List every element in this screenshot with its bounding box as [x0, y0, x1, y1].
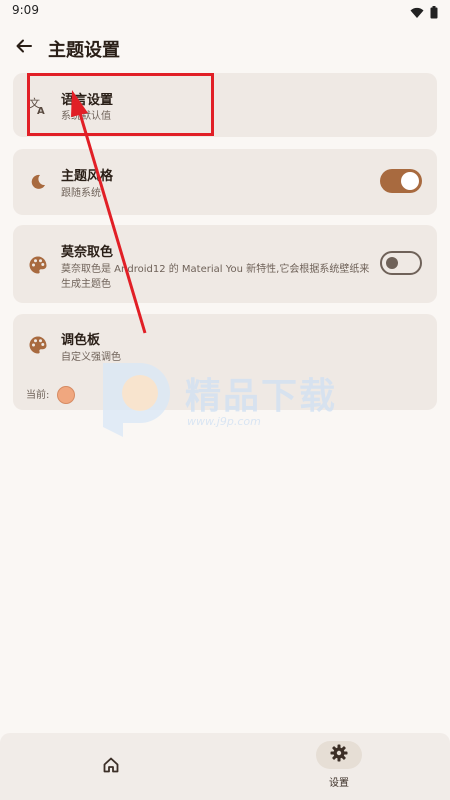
battery-icon: [430, 4, 438, 23]
toggle-knob: [386, 257, 398, 269]
status-time: 9:09: [12, 3, 39, 17]
moon-icon: [27, 171, 49, 193]
theme-style-title: 主题风格: [61, 169, 114, 184]
palette-icon: [27, 254, 49, 276]
nav-home[interactable]: [90, 749, 132, 785]
back-button[interactable]: [8, 32, 40, 64]
arrow-left-icon: [15, 37, 33, 59]
app-bar: 主题设置: [0, 30, 450, 66]
status-bar: 9:09: [0, 0, 450, 22]
monet-subtitle: 莫奈取色是 Android12 的 Material You 新特性,它会根据系…: [61, 264, 370, 290]
monet-toggle[interactable]: [380, 251, 422, 275]
gear-icon: [330, 744, 348, 766]
theme-style-subtitle: 跟随系统: [61, 188, 101, 199]
watermark-url: www.j9p.com: [187, 415, 261, 428]
current-color-label: 当前:: [26, 390, 50, 401]
palette-icon: [27, 334, 49, 356]
page-title: 主题设置: [48, 40, 120, 61]
theme-style-toggle[interactable]: [380, 169, 422, 193]
home-icon: [102, 756, 120, 778]
status-icons: [410, 4, 438, 23]
nav-settings-label: 设置: [329, 778, 349, 789]
nav-settings-indicator: [316, 741, 362, 769]
current-color-swatch[interactable]: [57, 386, 75, 404]
monet-title: 莫奈取色: [61, 245, 114, 260]
annotation-highlight-box: [27, 73, 214, 136]
wifi-icon: [410, 4, 424, 23]
nav-settings[interactable]: 设置: [312, 741, 366, 793]
monet-color-card[interactable]: 莫奈取色 莫奈取色是 Android12 的 Material You 新特性,…: [13, 225, 437, 303]
palette-title: 调色板: [61, 333, 101, 348]
watermark-logo-icon: [95, 363, 175, 445]
bottom-nav: 设置: [0, 733, 450, 800]
watermark: 精品下载 www.j9p.com: [95, 355, 365, 445]
theme-style-card[interactable]: 主题风格 跟随系统: [13, 149, 437, 215]
watermark-text: 精品下载: [185, 376, 338, 417]
toggle-knob: [401, 172, 419, 190]
